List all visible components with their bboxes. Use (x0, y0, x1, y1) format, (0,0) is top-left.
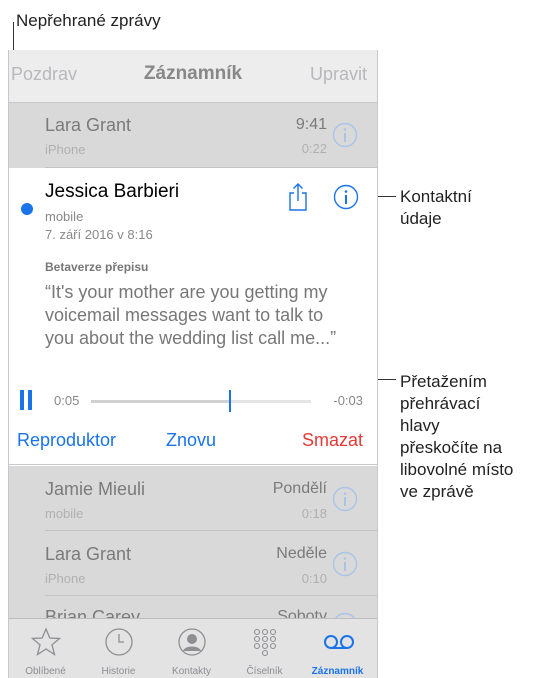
callout-unplayed: Nepřehrané zprávy (16, 11, 161, 30)
message-duration: 0:22 (301, 141, 327, 156)
scrubber-track[interactable] (91, 400, 311, 403)
tab-label: Kontakty (172, 666, 211, 677)
message-duration: 0:18 (301, 506, 327, 521)
message-time: Neděle (276, 545, 327, 562)
voicemail-icon (324, 635, 354, 649)
contact-info-icon[interactable] (333, 184, 359, 210)
caller-name: Lara Grant (45, 544, 132, 564)
row-divider (9, 464, 377, 465)
caller-label: mobile (45, 506, 84, 521)
callout-scrub-line-6: ve zprávě (400, 482, 474, 501)
callout-contact-info-line-2: údaje (400, 209, 442, 228)
callout-scrub-line-5: libovolné místo (400, 460, 514, 479)
caller-label: iPhone (45, 571, 86, 586)
remaining-time: -0:03 (333, 393, 363, 408)
tab-label: Číselník (246, 666, 283, 677)
info-icon[interactable] (332, 122, 358, 148)
star-icon (30, 627, 61, 656)
voicemail-row[interactable]: Lara Grant iPhone 9:41 0:22 (9, 103, 377, 168)
voicemail-row[interactable]: Lara Grant iPhone Neděle 0:10 (9, 531, 377, 596)
pause-icon[interactable] (20, 390, 32, 410)
elapsed-time: 0:05 (54, 393, 80, 408)
tab-contacts[interactable]: Kontakty (155, 619, 228, 678)
tab-voicemail[interactable]: Záznamník (301, 619, 377, 678)
callout-scrub: Přetažením přehrávací hlavy přeskočíte n… (400, 371, 513, 503)
message-time: Pondělí (272, 480, 327, 497)
caller-name: Jamie Mieuli (45, 479, 146, 499)
caller-name: Lara Grant (45, 115, 132, 135)
callout-scrub-line-1: Přetažením (400, 372, 487, 391)
nav-bar: Pozdrav Záznamník Upravit (9, 50, 377, 103)
scrubber-playhead[interactable] (228, 390, 231, 412)
transcript-beta-label: Betaverze přepisu (45, 260, 149, 274)
tab-label: Záznamník (311, 666, 364, 677)
tab-label: Historie (101, 666, 136, 677)
scrubber-fill (91, 400, 230, 403)
replay-button[interactable]: Znovu (166, 430, 216, 451)
callout-contact-info-line-1: Kontaktní (400, 187, 472, 206)
info-icon[interactable] (332, 551, 358, 577)
voicemail-row[interactable]: Jamie Mieuli mobile Pondělí 0:18 (9, 466, 377, 531)
edit-button[interactable]: Upravit (310, 64, 367, 85)
tab-label: Oblíbené (25, 666, 66, 677)
delete-button[interactable]: Smazat (302, 430, 363, 451)
callout-scrub-line-2: přehrávací (400, 394, 481, 413)
caller-name: Jessica Barbieri (45, 181, 180, 202)
transcript-text: “It's your mother are you getting my voi… (45, 282, 337, 348)
message-duration: 0:10 (301, 571, 327, 586)
tab-keypad[interactable]: Číselník (228, 619, 301, 678)
speaker-button[interactable]: Reproduktor (17, 430, 116, 451)
clock-icon (104, 628, 133, 656)
tab-bar: Oblíbené Historie Kontakty Číselník Zázn… (9, 618, 377, 678)
tab-history[interactable]: Historie (82, 619, 155, 678)
callout-contact-info: Kontaktní údaje (400, 186, 472, 230)
unplayed-dot (21, 203, 33, 215)
callout-scrub-line-3: hlavy (400, 416, 440, 435)
expanded-voicemail: Jessica Barbieri mobile 7. září 2016 v 8… (9, 168, 377, 465)
phone-screen: Pozdrav Záznamník Upravit Lara Grant iPh… (8, 50, 378, 678)
caller-label: iPhone (45, 142, 86, 157)
info-icon[interactable] (332, 486, 358, 512)
caller-label: mobile (45, 209, 84, 224)
contact-icon (177, 628, 206, 656)
callout-scrub-line-4: přeskočíte na (400, 438, 503, 457)
tab-favorites[interactable]: Oblíbené (9, 619, 82, 678)
keypad-icon (253, 628, 276, 657)
message-time: 9:41 (295, 116, 327, 133)
message-date: 7. září 2016 v 8:16 (45, 227, 153, 242)
share-icon[interactable] (287, 182, 309, 212)
